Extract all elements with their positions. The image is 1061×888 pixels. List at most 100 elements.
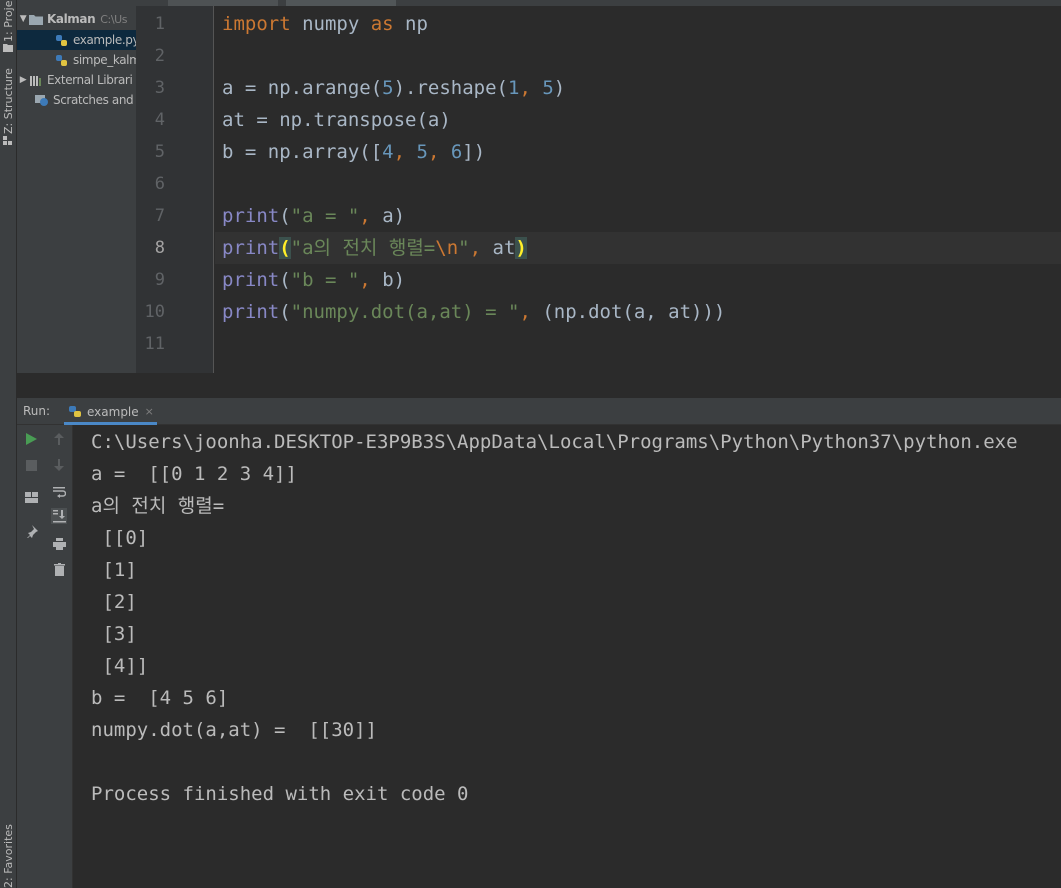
number-literal: 6 <box>450 141 463 163</box>
code-token: , <box>469 237 493 259</box>
scroll-to-end-icon <box>52 509 66 522</box>
python-file-icon <box>56 34 67 46</box>
file-name: example.py <box>73 33 136 47</box>
structure-tool-tab[interactable]: Z: Structure <box>1 68 16 134</box>
print-button[interactable] <box>51 536 67 552</box>
code-token: numpy <box>290 13 371 35</box>
external-libraries-label: External Librari <box>47 73 133 87</box>
scratches-icon <box>35 94 48 106</box>
line-number: 10 <box>144 302 165 322</box>
python-icon <box>69 406 81 417</box>
code-token: , <box>519 301 543 323</box>
trash-icon <box>53 562 65 576</box>
line-number: 5 <box>154 142 165 162</box>
code-token: ]) <box>462 141 486 163</box>
run-console[interactable]: C:\Users\joonha.DESKTOP-E3P9B3S\AppData\… <box>73 425 1061 888</box>
panel-splitter[interactable] <box>17 373 1061 398</box>
tree-file-example[interactable]: example.py <box>17 30 136 50</box>
string-literal: "a = " <box>290 205 360 227</box>
project-tool-tab[interactable]: 1: Project <box>1 0 16 42</box>
code-token: a <box>382 205 394 227</box>
code-token: b <box>382 269 394 291</box>
close-icon[interactable]: × <box>145 405 154 418</box>
code-token: np <box>393 13 428 35</box>
code-token: , <box>359 269 383 291</box>
scroll-to-end-button[interactable] <box>51 508 67 524</box>
console-line: a의 전치 행렬= <box>91 495 225 517</box>
pin-icon <box>26 524 38 538</box>
console-line: [3] <box>91 623 137 645</box>
string-literal: "a의 전치 행렬= <box>290 237 436 259</box>
code-token: ).reshape( <box>393 77 508 99</box>
code-token: , <box>359 205 383 227</box>
code-line: at = np.transpose(a) <box>222 109 451 131</box>
line-number: 8 <box>154 238 165 258</box>
code-line: print("numpy.dot(a,at) = ", (np.dot(a, a… <box>222 296 725 328</box>
code-token: , <box>427 141 451 163</box>
code-token: b = np.array([ <box>222 141 383 163</box>
run-label: Run: <box>23 404 51 418</box>
run-tab-example[interactable]: example × <box>64 398 160 425</box>
up-stack-button[interactable] <box>51 431 67 447</box>
string-literal: "numpy.dot(a,at) = " <box>290 301 520 323</box>
code-token: ( <box>279 269 291 291</box>
stop-button[interactable] <box>23 457 39 473</box>
code-token: at <box>492 237 516 259</box>
tree-external-libraries[interactable]: ▶ External Librari <box>17 70 136 90</box>
line-number: 1 <box>154 14 165 34</box>
pin-tab-button[interactable] <box>23 523 39 539</box>
code-line: b = np.array([4, 5, 6]) <box>222 136 485 168</box>
structure-icon <box>3 136 12 145</box>
run-panel-header: Run: example × <box>17 398 1061 425</box>
library-icon <box>30 75 41 86</box>
scratches-label: Scratches and <box>53 93 134 107</box>
arrow-down-icon <box>54 459 64 471</box>
left-tool-strip: 1: Project Z: Structure 2: Favorites <box>0 0 17 888</box>
line-number: 3 <box>154 78 165 98</box>
folder-icon <box>3 44 13 52</box>
console-line: [4]] <box>91 655 149 677</box>
arrow-up-icon <box>54 433 64 445</box>
soft-wrap-button[interactable] <box>51 484 67 500</box>
code-line: import numpy as np <box>222 8 428 40</box>
tree-scratches[interactable]: Scratches and <box>17 90 136 110</box>
console-line: C:\Users\joonha.DESKTOP-E3P9B3S\AppData\… <box>91 431 1018 453</box>
line-number: 4 <box>154 110 165 130</box>
matched-brace: ( <box>279 237 291 259</box>
number-literal: 5 <box>382 77 394 99</box>
number-literal: 5 <box>416 141 428 163</box>
rerun-button[interactable] <box>23 431 39 447</box>
code-token: a = np.arange( <box>222 77 383 99</box>
builtin-function: print <box>222 269 280 291</box>
clear-all-button[interactable] <box>51 561 67 577</box>
code-editor[interactable]: 1 2 3 4 5 6 7 8 9 10 11 import numpy as … <box>136 6 1061 373</box>
line-number: 11 <box>144 334 165 354</box>
code-line: print("a의 전치 행렬=\n", at) <box>222 232 527 264</box>
console-line: b = [4 5 6] <box>91 687 229 709</box>
code-line: print("a = ", a) <box>222 200 405 232</box>
tree-file-simpe-kalm[interactable]: simpe_kalm <box>17 50 136 70</box>
string-literal: "b = " <box>290 269 360 291</box>
builtin-function: print <box>222 237 280 259</box>
builtin-function: print <box>222 301 280 323</box>
folder-icon <box>29 14 43 25</box>
expand-arrow-icon[interactable]: ▼ <box>17 14 29 24</box>
console-line: [[0] <box>91 527 149 549</box>
tree-root-kalman[interactable]: ▼ Kalman C:\Us <box>17 9 136 29</box>
down-stack-button[interactable] <box>51 457 67 473</box>
expand-arrow-icon[interactable]: ▶ <box>17 75 29 85</box>
number-literal: 4 <box>382 141 394 163</box>
project-panel: ▼ Kalman C:\Us example.py simpe_kalm ▶ E… <box>17 0 136 398</box>
matched-brace: ) <box>515 237 527 259</box>
run-toolbar-primary <box>17 425 45 888</box>
favorites-tool-tab[interactable]: 2: Favorites <box>1 824 16 888</box>
escape-sequence: \n <box>435 237 459 259</box>
console-line: Process finished with exit code 0 <box>91 783 469 805</box>
code-token: (np.dot(a, at))) <box>542 301 726 323</box>
code-token: ( <box>279 205 291 227</box>
keyword: as <box>370 13 394 35</box>
printer-icon <box>52 538 66 550</box>
code-token: ) <box>553 77 566 99</box>
console-line: a = [[0 1 2 3 4]] <box>91 463 297 485</box>
restore-layout-button[interactable] <box>23 489 39 505</box>
